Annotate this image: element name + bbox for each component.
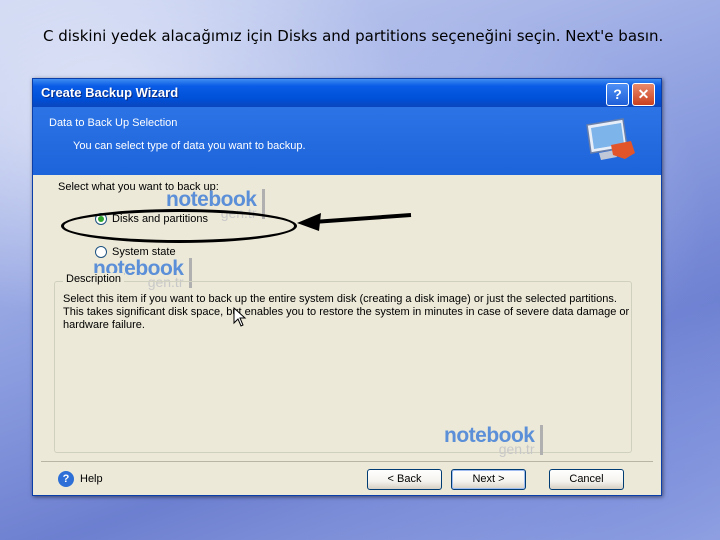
mouse-cursor-icon bbox=[233, 307, 247, 327]
arrow-icon bbox=[297, 213, 412, 231]
help-icon: ? bbox=[58, 471, 74, 487]
next-button[interactable]: Next > bbox=[451, 469, 526, 490]
back-button[interactable]: < Back bbox=[367, 469, 442, 490]
titlebar-help-button[interactable]: ? bbox=[606, 83, 629, 106]
watermark-logo: notebook gen.tr bbox=[444, 425, 543, 456]
footer-divider bbox=[41, 461, 653, 462]
step-title: Data to Back Up Selection bbox=[49, 117, 178, 129]
title-bar[interactable]: Create Backup Wizard ? ✕ bbox=[33, 79, 661, 107]
help-link[interactable]: ? Help bbox=[58, 471, 103, 487]
highlight-oval bbox=[61, 209, 297, 243]
cancel-button[interactable]: Cancel bbox=[549, 469, 624, 490]
step-subtitle: You can select type of data you want to … bbox=[73, 140, 306, 152]
slide-caption: C diskini yedek alacağımız için Disks an… bbox=[43, 27, 664, 45]
description-legend: Description bbox=[63, 273, 125, 285]
wizard-header: Data to Back Up Selection You can select… bbox=[33, 107, 661, 175]
help-label: Help bbox=[80, 473, 103, 485]
description-text: Select this item if you want to back up … bbox=[63, 293, 630, 331]
create-backup-wizard-window: Create Backup Wizard ? ✕ Data to Back Up… bbox=[32, 78, 662, 496]
window-title: Create Backup Wizard bbox=[41, 85, 179, 100]
titlebar-close-button[interactable]: ✕ bbox=[632, 83, 655, 106]
wizard-body: Select what you want to back up: noteboo… bbox=[33, 175, 661, 456]
monitor-icon bbox=[586, 118, 635, 160]
